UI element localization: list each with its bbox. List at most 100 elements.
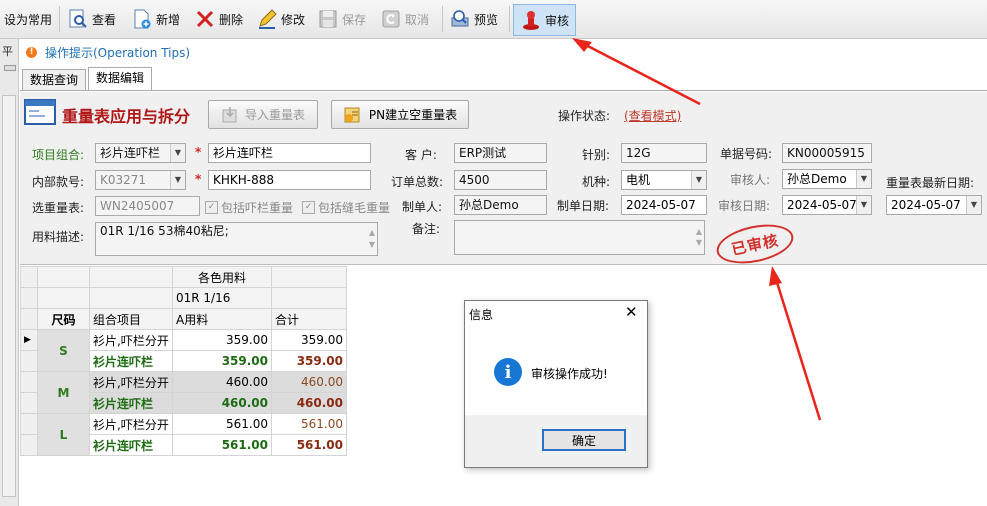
remark-textarea[interactable]: ▲ ▼ bbox=[454, 220, 705, 255]
edit-button[interactable]: 修改 bbox=[256, 6, 305, 32]
row-header bbox=[20, 392, 38, 414]
tab-data-query[interactable]: 数据查询 bbox=[22, 69, 87, 90]
a-material-cell[interactable]: 561.00 bbox=[172, 434, 272, 456]
arrowhead-icon bbox=[572, 38, 592, 52]
a-material-cell[interactable]: 460.00 bbox=[172, 392, 272, 414]
size-cell[interactable]: L bbox=[37, 413, 90, 456]
delete-button[interactable]: 删除 bbox=[194, 6, 243, 32]
combo-item-cell[interactable]: 衫片连吓栏 bbox=[89, 392, 173, 414]
total-cell[interactable]: 359.00 bbox=[271, 350, 347, 372]
floppy-disk-icon bbox=[319, 10, 337, 28]
internal-no-select[interactable]: K03271 ▼ bbox=[95, 170, 186, 190]
set-default-button[interactable]: 设为常用 bbox=[4, 6, 52, 32]
scroll-down-icon[interactable]: ▼ bbox=[369, 237, 375, 253]
new-document-icon bbox=[134, 9, 151, 29]
combo-item-cell[interactable]: 衫片,吓栏分开 bbox=[89, 371, 173, 393]
doc-no-field[interactable]: KN00005915 bbox=[782, 143, 872, 163]
combo-item-cell[interactable]: 衫片,吓栏分开 bbox=[89, 329, 173, 351]
add-label: 新增 bbox=[156, 12, 181, 27]
combo-select[interactable]: 衫片连吓栏 ▼ bbox=[95, 143, 186, 163]
ok-button[interactable]: 确定 bbox=[542, 429, 626, 451]
audit-date-label: 审核日期: bbox=[718, 199, 771, 213]
make-date-field[interactable]: 2024-05-07 bbox=[621, 195, 707, 215]
combo-item-cell[interactable]: 衫片连吓栏 bbox=[89, 350, 173, 372]
column-header-combo[interactable]: 组合项目 bbox=[89, 308, 173, 330]
left-panel-scrollbar[interactable] bbox=[2, 95, 16, 497]
maker-field[interactable]: 孙总Demo bbox=[454, 195, 547, 215]
total-cell[interactable]: 359.00 bbox=[271, 329, 347, 351]
dialog-title: 信息 bbox=[469, 308, 494, 322]
order-total-field[interactable]: 4500 bbox=[454, 170, 547, 190]
desc-value: 01R 1/16 53棉40粘尼; bbox=[100, 224, 229, 238]
pn-create-weight-sheet-button[interactable]: PN建立空重量表 bbox=[331, 100, 469, 129]
toolbar: 设为常用 查看 新增 删除 修改 保存 取消 预览 审核 bbox=[0, 0, 987, 39]
cancel-button[interactable]: 取消 bbox=[380, 6, 429, 32]
chevron-down-icon[interactable]: ▼ bbox=[856, 170, 871, 188]
a-material-cell[interactable]: 359.00 bbox=[172, 350, 272, 372]
needle-field[interactable]: 12G bbox=[621, 143, 707, 163]
a-material-cell[interactable]: 359.00 bbox=[172, 329, 272, 351]
left-collapsed-panel[interactable]: 平 bbox=[0, 39, 19, 506]
total-cell[interactable]: 561.00 bbox=[271, 434, 347, 456]
combo-item-cell[interactable]: 衫片,吓栏分开 bbox=[89, 413, 173, 435]
combo-name-field[interactable]: 衫片连吓栏 bbox=[208, 143, 371, 163]
total-cell[interactable]: 460.00 bbox=[271, 371, 347, 393]
table-row[interactable]: M 衫片,吓栏分开 460.00 460.00 bbox=[20, 371, 347, 414]
toolbar-separator bbox=[442, 6, 443, 32]
customer-field[interactable]: ERP测试 bbox=[454, 143, 547, 163]
panel-toggle-icon[interactable] bbox=[4, 65, 16, 71]
table-row[interactable]: ▶ S 衫片,吓栏分开 359.00 359.00 bbox=[20, 329, 347, 372]
column-header-size[interactable]: 尺码 bbox=[37, 308, 90, 330]
table-row[interactable]: L 衫片,吓栏分开 561.00 561.00 bbox=[20, 413, 347, 456]
chevron-down-icon[interactable]: ▼ bbox=[966, 196, 981, 214]
chevron-down-icon[interactable]: ▼ bbox=[170, 144, 185, 162]
tab-data-edit[interactable]: 数据编辑 bbox=[88, 67, 153, 91]
combo-item-cell[interactable]: 衫片连吓栏 bbox=[89, 434, 173, 456]
grid-header-blank bbox=[89, 287, 173, 309]
desc-textarea[interactable]: 01R 1/16 53棉40粘尼; ▲ ▼ bbox=[95, 222, 378, 256]
machine-select[interactable]: 电机 ▼ bbox=[621, 170, 707, 190]
weight-sheet-field[interactable]: WN2405007 bbox=[95, 196, 200, 216]
view-mode-link[interactable]: (查看模式) bbox=[624, 107, 681, 124]
required-marker: * bbox=[195, 172, 202, 186]
a-material-cell[interactable]: 460.00 bbox=[172, 371, 272, 393]
scroll-down-icon[interactable]: ▼ bbox=[696, 234, 702, 252]
preview-button[interactable]: 预览 bbox=[449, 6, 498, 32]
close-icon[interactable]: ✕ bbox=[625, 303, 638, 321]
material-grid[interactable]: 各色用料 01R 1/16 尺码 组合项目 A用料 合计 ▶ S 衫片,吓栏分开… bbox=[20, 266, 347, 456]
chevron-down-icon[interactable]: ▼ bbox=[691, 171, 706, 189]
include-seam-weight-checkbox[interactable]: ✓ 包括缝毛重量 bbox=[302, 199, 390, 216]
total-cell[interactable]: 460.00 bbox=[271, 392, 347, 414]
edit-label: 修改 bbox=[281, 12, 306, 27]
column-header-a-material[interactable]: A用料 bbox=[172, 308, 272, 330]
column-header-total[interactable]: 合计 bbox=[271, 308, 347, 330]
preview-label: 预览 bbox=[474, 12, 499, 27]
save-label: 保存 bbox=[342, 12, 367, 27]
a-material-cell[interactable]: 561.00 bbox=[172, 413, 272, 435]
total-cell[interactable]: 561.00 bbox=[271, 413, 347, 435]
toolbar-separator bbox=[59, 6, 60, 32]
include-rib-weight-checkbox[interactable]: ✓ 包括吓栏重量 bbox=[205, 199, 293, 216]
internal-name-field[interactable]: KHKH-888 bbox=[208, 170, 371, 190]
grid-sub-header-row: 01R 1/16 bbox=[20, 287, 347, 309]
save-button[interactable]: 保存 bbox=[317, 6, 366, 32]
chevron-down-icon[interactable]: ▼ bbox=[170, 171, 185, 189]
size-cell[interactable]: M bbox=[37, 371, 90, 414]
size-cell[interactable]: S bbox=[37, 329, 90, 372]
left-panel-char: 平 bbox=[2, 45, 13, 58]
add-button[interactable]: 新增 bbox=[131, 6, 180, 32]
info-dialog[interactable]: 信息 ✕ i 审核操作成功! 确定 bbox=[464, 300, 648, 468]
sub-header: 01R 1/16 bbox=[172, 287, 272, 309]
view-button[interactable]: 查看 bbox=[67, 6, 116, 32]
grid-corner bbox=[20, 266, 38, 288]
tab-data-edit-label: 数据编辑 bbox=[96, 71, 145, 85]
operation-tips[interactable]: ! 操作提示(Operation Tips) bbox=[26, 44, 190, 61]
tab-divider bbox=[20, 90, 987, 91]
audit-date-select[interactable]: 2024-05-07 ▼ bbox=[782, 195, 872, 215]
chevron-down-icon[interactable]: ▼ bbox=[856, 196, 871, 214]
audit-button[interactable]: 审核 bbox=[513, 4, 577, 36]
latest-date-select[interactable]: 2024-05-07 ▼ bbox=[886, 195, 982, 215]
import-weight-sheet-button[interactable]: 导入重量表 bbox=[208, 100, 318, 129]
latest-date-label: 重量表最新日期: bbox=[886, 176, 975, 190]
auditor-select[interactable]: 孙总Demo ▼ bbox=[782, 169, 872, 189]
